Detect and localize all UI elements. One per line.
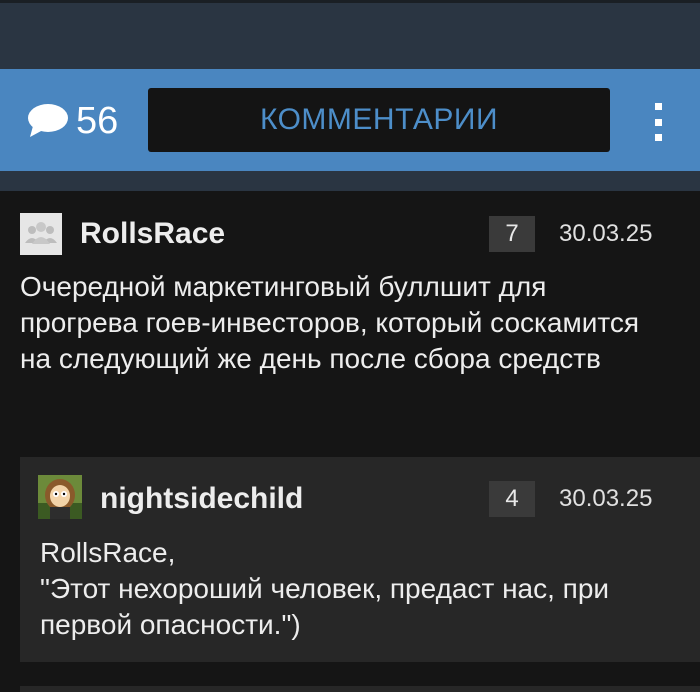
comment-score: 7 xyxy=(489,216,535,252)
comments-header-bar: 56 КОММЕНТАРИИ xyxy=(0,69,700,171)
menu-dot xyxy=(654,118,662,126)
menu-dot xyxy=(654,103,662,110)
comments-button[interactable]: КОММЕНТАРИИ xyxy=(148,88,610,152)
speech-bubble-icon xyxy=(28,104,68,137)
cartoon-character-icon xyxy=(38,475,82,519)
comment-counter[interactable]: 56 xyxy=(27,101,118,141)
comments-panel: RollsRace 7 30.03.25 Очередной маркетинг… xyxy=(0,191,700,692)
comment-text: Очередной маркетинговый буллшит для прог… xyxy=(20,271,640,374)
reply-text: RollsRace, "Этот нехороший человек, пред… xyxy=(40,537,610,640)
reply-date: 30.03.25 xyxy=(559,485,653,512)
avatar[interactable] xyxy=(20,213,62,255)
reply-score: 4 xyxy=(489,481,535,517)
comment-username[interactable]: RollsRace xyxy=(80,217,225,251)
reply-username[interactable]: nightsidechild xyxy=(100,482,303,516)
reply-comment: nightsidechild 4 30.03.25 RollsRace, "Эт… xyxy=(20,457,700,662)
next-comment-edge xyxy=(20,686,700,692)
menu-dot xyxy=(654,134,662,141)
comment-count: 56 xyxy=(76,100,119,142)
default-users-icon xyxy=(25,222,57,244)
kebab-menu-icon[interactable] xyxy=(646,103,670,141)
top-divider xyxy=(0,0,700,3)
avatar[interactable] xyxy=(38,475,82,519)
comment-date: 30.03.25 xyxy=(559,220,653,247)
